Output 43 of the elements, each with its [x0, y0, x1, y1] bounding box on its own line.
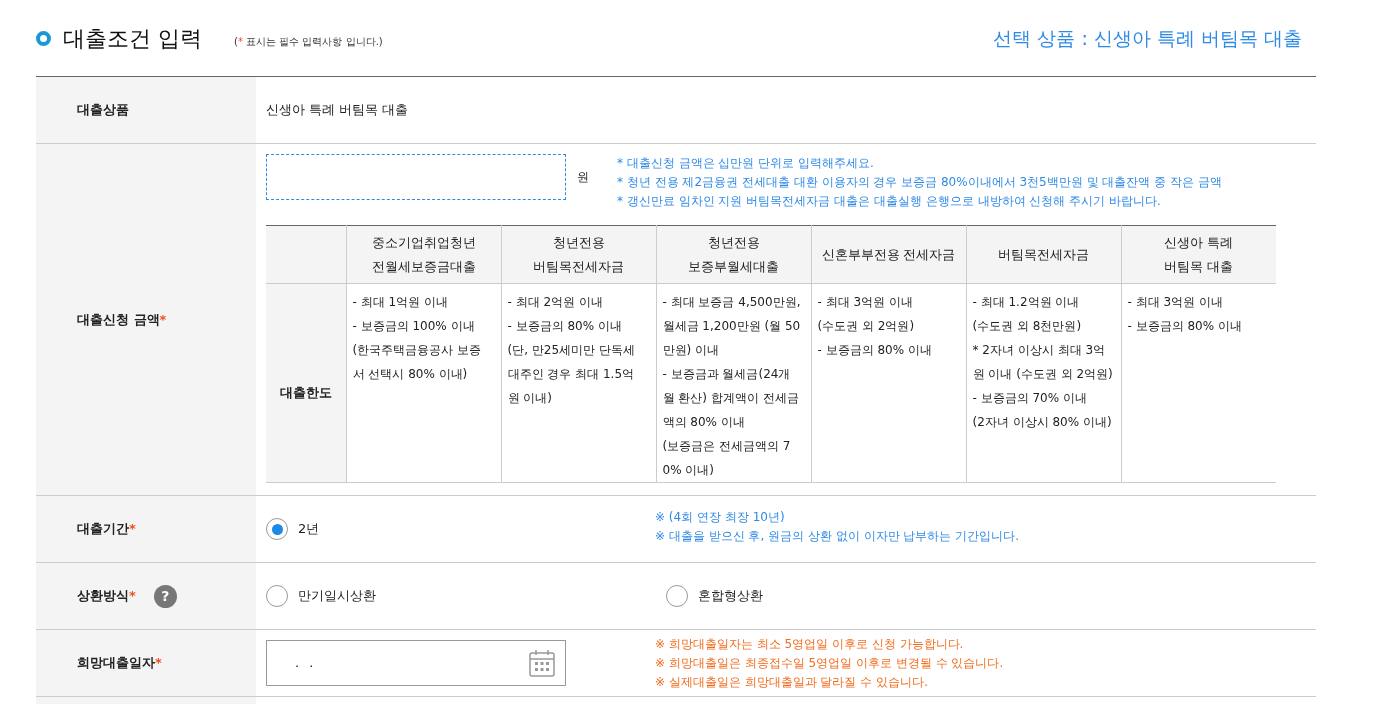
notice-text: ※ 희망대출일자는 최소 5영업일 이후로 신청 가능합니다.	[655, 635, 965, 653]
radio-button[interactable]	[266, 585, 288, 607]
date-value: . .	[295, 654, 314, 673]
row-header: 대출한도	[266, 283, 346, 483]
radio-label: 2년	[298, 520, 320, 539]
field-label: 대출기간*	[77, 520, 136, 539]
bullet-icon	[36, 30, 51, 46]
field-label: 대출상품	[77, 101, 129, 120]
radio-label: 만기일시상환	[298, 587, 376, 606]
section-title: 대출조건 입력	[63, 24, 202, 53]
radio-label: 혼합형상환	[698, 587, 763, 606]
column-header: 청년전용 보증부월세대출	[656, 225, 811, 284]
help-button[interactable]: ?	[153, 584, 177, 608]
calendar-icon[interactable]	[529, 649, 555, 677]
radio-button[interactable]	[266, 518, 288, 540]
unit-label: 원	[577, 169, 589, 186]
column-header: 신생아 특례 버팀목 대출	[1121, 225, 1276, 284]
date-field[interactable]: . .	[266, 640, 566, 686]
selected-product: 선택 상품 : 신생아 특례 버팀목 대출	[993, 25, 1302, 51]
table-cell: - 최대 1.2억원 이내 (수도권 외 8천만원) * 2자녀 이상시 최대 3억 원 이내 (수도권 외 2억원) - 보증금의 70% 이내 (2자녀 이상시 80% 이내)	[966, 283, 1121, 483]
notice-text: * 대출신청 금액은 십만원 단위로 입력해주세요.	[617, 155, 875, 172]
column-header: 버팀목전세자금	[966, 225, 1121, 284]
table-cell: - 최대 1억원 이내 - 보증금의 100% 이내 (한국주택금융공사 보증 서 선택시 80% 이내)	[346, 283, 501, 483]
field-label: 대출신청 금액*	[77, 310, 167, 329]
notice-text: * 청년 전용 제2금융권 전세대출 대환 이용자의 경우 보증금 80%이내에서 3천5백만원 및 대출잔액 중 작은 금액	[617, 174, 1222, 191]
field-label: 상환방식*	[77, 587, 136, 606]
field-value: 신생아 특례 버팀목 대출	[266, 101, 409, 120]
notice-text: * 갱신만료 임차인 지원 버팀목전세자금 대출은 대출실행 은행으로 내방하여 신청해 주시기 바랍니다.	[617, 193, 1162, 210]
table-cell: - 최대 3억원 이내 (수도권 외 2억원) - 보증금의 80% 이내	[811, 283, 966, 483]
notice-text: ※ (4회 연장 최장 10년)	[655, 509, 786, 526]
radio-button[interactable]	[666, 585, 688, 607]
table-cell: - 최대 2억원 이내 - 보증금의 80% 이내 (단, 만25세미만 단독세 대주인 경우 최대 1.5억 원 이내)	[501, 283, 656, 483]
table-cell: - 최대 3억원 이내 - 보증금의 80% 이내	[1121, 283, 1276, 483]
amount-input[interactable]	[266, 154, 566, 200]
column-header: 신혼부부전용 전세자금	[811, 225, 966, 284]
table-cell: - 최대 보증금 4,500만원, 월세금 1,200만원 (월 50 만원) 이내 - 보증금과 월세금(24개 월 환산) 합계액이 전세금 액의 80% 이내 (보증금은 전세금액의 7 0% 이내)	[656, 283, 811, 483]
column-header: 중소기업취업청년 전월세보증금대출	[346, 225, 501, 284]
notice-text: ※ 실제대출일은 희망대출일과 달라질 수 있습니다.	[655, 673, 929, 691]
field-label: 희망대출일자*	[77, 654, 162, 673]
notice-text: ※ 대출을 받으신 후, 원금의 상환 없이 이자만 납부하는 기간입니다.	[655, 528, 1019, 545]
required-note: (* 표시는 필수 입력사항 입니다.)	[234, 34, 383, 49]
column-header: 청년전용 버팀목전세자금	[501, 225, 656, 284]
notice-text: ※ 희망대출일은 최종접수일 5영업일 이후로 변경될 수 있습니다.	[655, 654, 1004, 672]
